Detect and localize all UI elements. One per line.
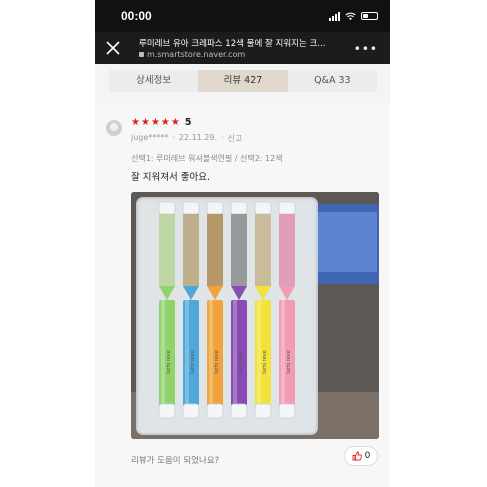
tab-details[interactable]: 상세정보 <box>109 70 198 92</box>
status-icons <box>329 11 378 21</box>
meta-separator: · <box>172 133 175 142</box>
crayon-brand-label: lumi reve <box>166 350 172 373</box>
crayon-top-cap <box>206 201 224 215</box>
crayon-top-body <box>207 214 223 286</box>
star-icon: ★ <box>150 116 160 128</box>
crayon-top-body <box>255 214 271 286</box>
review-author: juge***** <box>131 133 169 142</box>
status-bar: 00:00 <box>95 0 390 32</box>
crayon-top-body <box>279 214 295 286</box>
review-meta: juge***** · 22.11.29. · 신고 <box>131 133 242 144</box>
blue-bag-highlight <box>317 212 377 272</box>
phone-screen: 00:00 루미레브 유아 크레파스 12색 물에 잘 지워지는 크... m.… <box>95 0 390 487</box>
crayon-photo-illustration: lumi reve lumi reve lumi reve lumi reve lumi… <box>131 192 379 439</box>
crayon-highlight <box>281 300 285 406</box>
battery-icon <box>361 12 378 20</box>
review-option: 선택1: 루미레브 워셔블색연필 / 선택2: 12색 <box>131 154 283 163</box>
crayon-brand-label: lumi reve <box>238 350 244 373</box>
crayon-bottom-cap <box>254 403 272 419</box>
crayon-top-body <box>231 214 247 286</box>
crayon-top-body <box>183 214 199 286</box>
crayon-brand-label: lumi reve <box>214 350 220 373</box>
report-link[interactable]: 신고 <box>228 133 243 144</box>
crayon-highlight <box>233 300 237 406</box>
review-text: 잘 지워져서 좋아요. <box>131 172 210 183</box>
crayon-bottom-cap <box>206 403 224 419</box>
star-icon: ★ <box>160 116 170 128</box>
star-icon: ★ <box>170 116 180 128</box>
helpful-count: 0 <box>364 451 371 461</box>
helpful-prompt: 리뷰가 도움이 되었나요? <box>131 456 220 466</box>
crayon-brand-label: lumi reve <box>262 350 268 373</box>
crayon-top-cap <box>278 201 296 215</box>
more-options-button[interactable]: ••• <box>354 42 378 56</box>
crayon-brand-label: lumi reve <box>190 350 196 373</box>
status-time: 00:00 <box>121 9 152 23</box>
tab-reviews[interactable]: 리뷰 427 <box>198 70 288 92</box>
crayon-highlight <box>161 300 165 406</box>
crayon-highlight <box>257 300 261 406</box>
page-title: 루미레브 유아 크레파스 12색 물에 잘 지워지는 크... <box>139 39 326 49</box>
avatar <box>106 120 122 136</box>
crayon-top-cap <box>158 201 176 215</box>
lock-icon <box>139 52 144 57</box>
cellular-signal-icon <box>329 11 340 21</box>
thumbs-up-icon <box>352 451 362 461</box>
crayon-bottom-cap <box>230 403 248 419</box>
crayon-bottom-cap <box>182 403 200 419</box>
review-date: 22.11.29. <box>178 133 218 142</box>
review-photo[interactable]: lumi reve lumi reve lumi reve lumi reve lumi… <box>131 192 379 439</box>
crayon-top-cap <box>230 201 248 215</box>
domain-text: m.smartstore.naver.com <box>147 50 246 59</box>
product-tabs: 상세정보 리뷰 427 Q&A 33 <box>109 70 377 92</box>
rating-value: 5 <box>184 117 192 128</box>
crayon-top-cap <box>182 201 200 215</box>
wifi-icon <box>345 12 356 20</box>
crayon-bottom-cap <box>158 403 176 419</box>
star-rating: ★ ★ ★ ★ ★ 5 <box>131 117 191 128</box>
review-card: ★ ★ ★ ★ ★ 5 juge***** · 22.11.29. · 신고 선… <box>95 104 390 487</box>
crayon-bottom-cap <box>278 403 296 419</box>
browser-url-bar: 루미레브 유아 크레파스 12색 물에 잘 지워지는 크... m.smarts… <box>95 32 390 64</box>
crayon-top-cap <box>254 201 272 215</box>
meta-separator: · <box>221 133 224 142</box>
crayon-highlight <box>209 300 213 406</box>
crayon-top-body <box>159 214 175 286</box>
star-icon: ★ <box>140 116 150 128</box>
star-icon: ★ <box>131 116 140 128</box>
crayon-brand-label: lumi reve <box>286 350 292 373</box>
url-domain[interactable]: m.smartstore.naver.com <box>139 50 245 59</box>
tab-qna[interactable]: Q&A 33 <box>288 70 377 92</box>
close-icon[interactable] <box>105 40 121 56</box>
helpful-button[interactable]: 0 <box>344 446 378 466</box>
crayon-highlight <box>185 300 189 406</box>
